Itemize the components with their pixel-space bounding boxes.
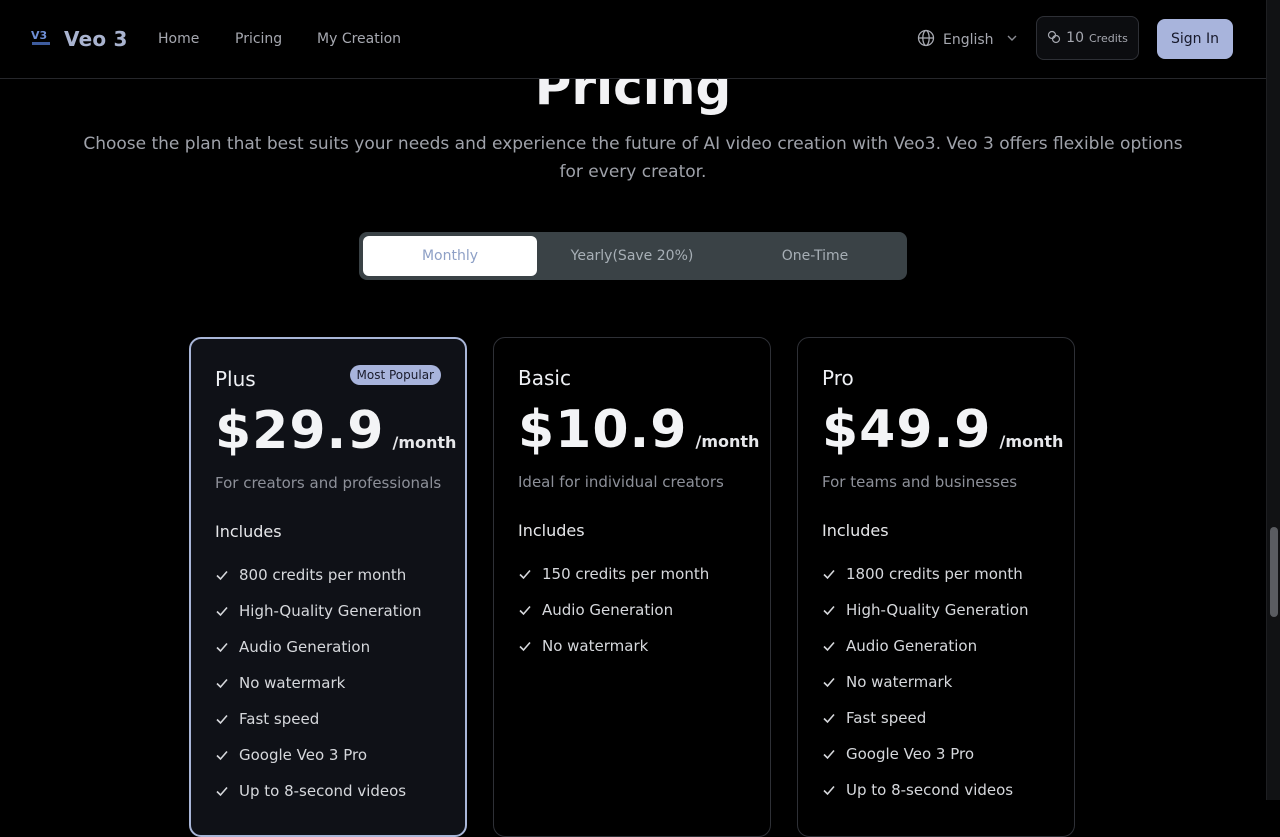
feature-item: Google Veo 3 Pro	[822, 736, 1028, 772]
feature-item: High-Quality Generation	[215, 593, 421, 629]
feature-item: Audio Generation	[518, 592, 709, 628]
plan-name: Plus	[215, 367, 256, 391]
language-label: English	[943, 32, 994, 48]
check-icon	[822, 711, 836, 725]
feature-item: No watermark	[822, 664, 1028, 700]
coins-icon	[1047, 29, 1061, 48]
feature-item: No watermark	[518, 628, 709, 664]
feature-label: 1800 credits per month	[846, 565, 1023, 583]
plan-name: Pro	[822, 366, 854, 390]
globe-icon	[917, 29, 935, 51]
feature-item: 150 credits per month	[518, 556, 709, 592]
svg-text:V3: V3	[31, 29, 47, 42]
feature-list: 800 credits per month High-Quality Genera…	[215, 557, 421, 809]
feature-item: Audio Generation	[215, 629, 421, 665]
check-icon	[215, 568, 229, 582]
feature-item: No watermark	[215, 665, 421, 701]
includes-heading: Includes	[822, 521, 889, 540]
plan-card-plus: Plus Most Popular $29.9 /month For creat…	[189, 337, 467, 837]
billing-period-toggle: Monthly Yearly(Save 20%) One-Time	[359, 232, 907, 280]
plan-card-basic: Basic $10.9 /month Ideal for individual …	[493, 337, 771, 837]
feature-item: Fast speed	[822, 700, 1028, 736]
feature-label: 800 credits per month	[239, 566, 407, 584]
check-icon	[215, 712, 229, 726]
price-period: /month	[392, 433, 457, 452]
feature-label: Google Veo 3 Pro	[239, 746, 368, 764]
feature-label: Up to 8-second videos	[239, 782, 407, 800]
nav-link-home[interactable]: Home	[158, 31, 199, 47]
page-scrollbar[interactable]	[1266, 0, 1280, 800]
feature-label: High-Quality Generation	[239, 602, 422, 620]
feature-item: Up to 8-second videos	[215, 773, 421, 809]
feature-item: Google Veo 3 Pro	[215, 737, 421, 773]
sign-in-button[interactable]: Sign In	[1157, 19, 1233, 59]
tab-monthly[interactable]: Monthly	[363, 236, 537, 276]
plan-description: Ideal for individual creators	[518, 473, 724, 491]
feature-label: Fast speed	[239, 710, 320, 728]
feature-label: Audio Generation	[846, 637, 978, 655]
feature-label: No watermark	[542, 637, 649, 655]
check-icon	[215, 640, 229, 654]
check-icon	[822, 783, 836, 797]
check-icon	[215, 604, 229, 618]
feature-label: Fast speed	[846, 709, 927, 727]
plan-price: $29.9	[215, 401, 385, 461]
credits-label: Credits	[1089, 31, 1128, 45]
tab-one-time[interactable]: One-Time	[727, 236, 903, 276]
check-icon	[822, 675, 836, 689]
veo-logo-icon[interactable]: V3	[30, 27, 52, 49]
feature-label: High-Quality Generation	[846, 601, 1029, 619]
includes-heading: Includes	[215, 522, 282, 541]
price-period: /month	[695, 432, 760, 451]
feature-item: Audio Generation	[822, 628, 1028, 664]
feature-label: Up to 8-second videos	[846, 781, 1014, 799]
price-row: $49.9 /month	[822, 400, 1063, 460]
language-selector[interactable]: English	[917, 29, 1018, 51]
check-icon	[822, 747, 836, 761]
plan-description: For creators and professionals	[215, 474, 442, 492]
feature-list: 150 credits per month Audio Generation No …	[518, 556, 709, 664]
credits-button[interactable]: 10 Credits	[1036, 16, 1139, 60]
includes-heading: Includes	[518, 521, 585, 540]
feature-label: Audio Generation	[542, 601, 674, 619]
check-icon	[822, 639, 836, 653]
feature-label: No watermark	[846, 673, 953, 691]
plan-name: Basic	[518, 366, 571, 390]
nav-link-pricing[interactable]: Pricing	[235, 31, 282, 47]
feature-label: Audio Generation	[239, 638, 371, 656]
check-icon	[822, 567, 836, 581]
check-icon	[822, 603, 836, 617]
price-row: $10.9 /month	[518, 400, 759, 460]
price-row: $29.9 /month	[215, 401, 456, 461]
feature-item: Fast speed	[215, 701, 421, 737]
check-icon	[518, 567, 532, 581]
check-icon	[215, 676, 229, 690]
check-icon	[518, 639, 532, 653]
credits-count: 10	[1066, 30, 1084, 46]
plan-price: $49.9	[822, 400, 992, 460]
plan-price: $10.9	[518, 400, 688, 460]
chevron-down-icon	[1006, 32, 1018, 48]
feature-item: 1800 credits per month	[822, 556, 1028, 592]
check-icon	[215, 748, 229, 762]
nav-link-my-creation[interactable]: My Creation	[317, 31, 401, 47]
feature-item: Up to 8-second videos	[822, 772, 1028, 808]
top-nav-bar: V3 Veo 3 Home Pricing My Creation Englis…	[0, 0, 1266, 79]
feature-item: High-Quality Generation	[822, 592, 1028, 628]
plan-card-pro: Pro $49.9 /month For teams and businesse…	[797, 337, 1075, 837]
page-subtitle: Choose the plan that best suits your nee…	[83, 134, 1183, 182]
feature-list: 1800 credits per month High-Quality Gener…	[822, 556, 1028, 808]
plan-description: For teams and businesses	[822, 473, 1018, 491]
tab-yearly[interactable]: Yearly(Save 20%)	[541, 236, 723, 276]
feature-label: 150 credits per month	[542, 565, 710, 583]
scrollbar-thumb[interactable]	[1270, 527, 1278, 617]
check-icon	[215, 784, 229, 798]
feature-label: Google Veo 3 Pro	[846, 745, 975, 763]
most-popular-badge: Most Popular	[349, 365, 441, 385]
check-icon	[518, 603, 532, 617]
brand-name[interactable]: Veo 3	[64, 27, 128, 51]
feature-label: No watermark	[239, 674, 346, 692]
feature-item: 800 credits per month	[215, 557, 421, 593]
price-period: /month	[999, 432, 1064, 451]
